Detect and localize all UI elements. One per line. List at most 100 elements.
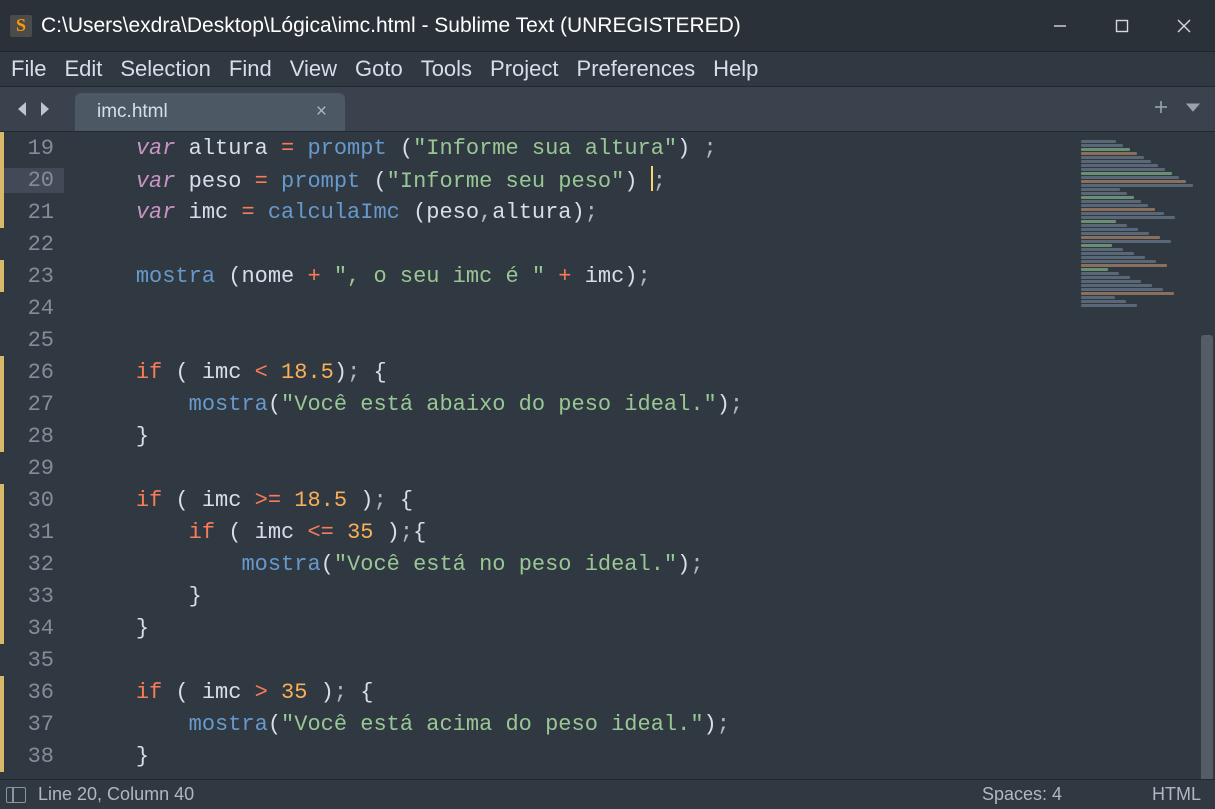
line-number[interactable]: 38 — [4, 744, 64, 769]
code-line[interactable]: } — [83, 424, 149, 449]
minimap-line — [1081, 172, 1172, 175]
fold-column[interactable] — [64, 260, 82, 292]
fold-column[interactable] — [64, 164, 82, 196]
line-number[interactable]: 36 — [4, 680, 64, 705]
minimap-line — [1081, 208, 1155, 211]
vertical-scrollbar-thumb[interactable] — [1201, 335, 1213, 805]
minimap-line — [1081, 148, 1130, 151]
menu-item-find[interactable]: Find — [229, 56, 272, 82]
code-line[interactable]: var imc = calculaImc (peso,altura); — [83, 200, 598, 225]
minimap-line — [1081, 244, 1112, 247]
code-line[interactable]: if ( imc <= 35 );{ — [83, 520, 426, 545]
tab-imc-html[interactable]: imc.html × — [75, 93, 345, 131]
line-number[interactable]: 27 — [4, 392, 64, 417]
line-number[interactable]: 26 — [4, 360, 64, 385]
syntax-setting[interactable]: HTML — [1152, 784, 1201, 805]
close-button[interactable] — [1153, 0, 1215, 51]
fold-column[interactable] — [64, 516, 82, 548]
code-line[interactable]: var peso = prompt ("Informe seu peso") ; — [83, 166, 666, 194]
fold-column[interactable] — [64, 612, 82, 644]
code-line[interactable]: } — [83, 584, 202, 609]
line-number[interactable]: 33 — [4, 584, 64, 609]
fold-column[interactable] — [64, 452, 82, 484]
minimap-line — [1081, 176, 1179, 179]
minimap-line — [1081, 196, 1134, 199]
line-number[interactable]: 23 — [4, 264, 64, 289]
fold-column[interactable] — [64, 676, 82, 708]
line-number[interactable]: 28 — [4, 424, 64, 449]
minimap[interactable] — [1075, 132, 1215, 779]
nav-forward-button[interactable] — [35, 95, 55, 123]
line-number[interactable]: 29 — [4, 456, 64, 481]
line-number[interactable]: 37 — [4, 712, 64, 737]
line-number[interactable]: 24 — [4, 296, 64, 321]
fold-column[interactable] — [64, 132, 82, 164]
maximize-button[interactable] — [1091, 0, 1153, 51]
line-number[interactable]: 25 — [4, 328, 64, 353]
fold-column[interactable] — [64, 196, 82, 228]
line-number[interactable]: 32 — [4, 552, 64, 577]
fold-column[interactable] — [64, 484, 82, 516]
menu-item-tools[interactable]: Tools — [421, 56, 472, 82]
code-line[interactable]: mostra("Você está no peso ideal."); — [83, 552, 704, 577]
menu-item-project[interactable]: Project — [490, 56, 558, 82]
fold-column[interactable] — [64, 548, 82, 580]
line-number[interactable]: 34 — [4, 616, 64, 641]
editor[interactable]: 19 20 21 22 23 24 25 26 27 28 29 30 31 32 33 34 35 36 37 38… — [0, 132, 1215, 779]
minimap-line — [1081, 228, 1138, 231]
cursor-position[interactable]: Line 20, Column 40 — [38, 784, 194, 805]
code-line[interactable]: mostra (nome + ", o seu imc é " + imc); — [83, 264, 651, 289]
new-tab-button[interactable] — [1153, 99, 1169, 120]
fold-column[interactable] — [64, 740, 82, 772]
minimap-line — [1081, 232, 1149, 235]
tab-label: imc.html — [97, 101, 168, 123]
gutter[interactable]: 19 20 21 22 23 24 25 26 27 28 29 30 31 32 33 34 35 36 37 38 — [0, 132, 83, 779]
line-number[interactable]: 19 — [4, 136, 64, 161]
menu-item-preferences[interactable]: Preferences — [577, 56, 696, 82]
line-number[interactable]: 21 — [4, 200, 64, 225]
menu-item-goto[interactable]: Goto — [355, 56, 403, 82]
fold-column[interactable] — [64, 388, 82, 420]
fold-column[interactable] — [64, 708, 82, 740]
code-line[interactable]: } — [83, 616, 149, 641]
minimap-line — [1081, 256, 1145, 259]
line-number[interactable]: 31 — [4, 520, 64, 545]
line-number[interactable]: 35 — [4, 648, 64, 673]
fold-column[interactable] — [64, 580, 82, 612]
menu-item-selection[interactable]: Selection — [120, 56, 211, 82]
menu-item-edit[interactable]: Edit — [64, 56, 102, 82]
fold-column[interactable] — [64, 356, 82, 388]
code-line[interactable]: if ( imc > 35 ); { — [83, 680, 373, 705]
code-line[interactable]: } — [83, 744, 149, 769]
code-line[interactable]: mostra("Você está abaixo do peso ideal."… — [83, 392, 743, 417]
minimap-line — [1081, 164, 1158, 167]
line-number[interactable]: 20 — [4, 168, 64, 193]
indent-setting[interactable]: Spaces: 4 — [982, 784, 1062, 805]
minimize-button[interactable] — [1029, 0, 1091, 51]
menu-item-view[interactable]: View — [290, 56, 337, 82]
minimap-line — [1081, 272, 1119, 275]
code-line[interactable]: var altura = prompt ("Informe sua altura… — [83, 136, 717, 161]
minimap-line — [1081, 224, 1127, 227]
fold-column[interactable] — [64, 644, 82, 676]
fold-column[interactable] — [64, 420, 82, 452]
minimap-line — [1081, 192, 1127, 195]
tab-close-icon[interactable]: × — [316, 101, 327, 123]
nav-back-button[interactable] — [11, 95, 31, 123]
tab-menu-button[interactable] — [1185, 100, 1201, 118]
line-number[interactable]: 30 — [4, 488, 64, 513]
fold-column[interactable] — [64, 228, 82, 260]
fold-column[interactable] — [64, 324, 82, 356]
menu-item-help[interactable]: Help — [713, 56, 758, 82]
minimap-line — [1081, 252, 1134, 255]
code-line[interactable]: mostra("Você está acima do peso ideal.")… — [83, 712, 730, 737]
menu-item-file[interactable]: File — [11, 56, 46, 82]
code-line[interactable]: if ( imc < 18.5); { — [83, 360, 387, 385]
fold-column[interactable] — [64, 292, 82, 324]
minimap-line — [1081, 184, 1193, 187]
minimap-line — [1081, 200, 1141, 203]
code-line[interactable]: if ( imc >= 18.5 ); { — [83, 488, 413, 513]
line-number[interactable]: 22 — [4, 232, 64, 257]
code-area[interactable]: var altura = prompt ("Informe sua altura… — [83, 132, 1075, 779]
side-panel-toggle-icon[interactable] — [6, 787, 26, 803]
